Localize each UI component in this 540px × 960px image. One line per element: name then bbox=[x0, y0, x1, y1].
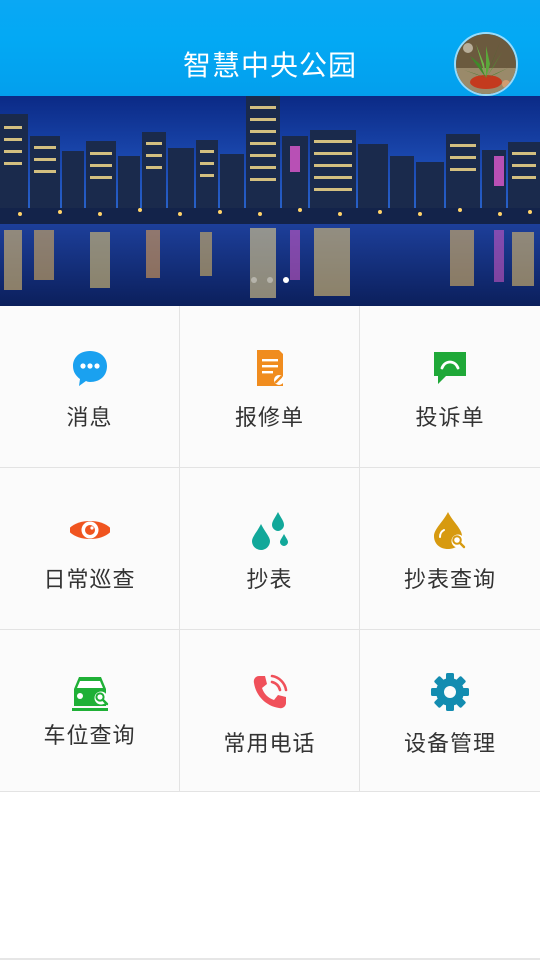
menu-item-messages[interactable]: 消息 bbox=[0, 306, 180, 468]
app-screen: 智慧中央公园 消息 报修单 投诉单 日常巡查 抄表 抄表查询 车位查询 常用电话… bbox=[0, 0, 540, 960]
carousel-indicator bbox=[0, 277, 540, 283]
plant-photo-avatar-icon bbox=[456, 34, 516, 94]
water-drops-icon bbox=[250, 510, 290, 550]
drop-search-icon bbox=[430, 510, 470, 550]
city-night-skyline-photo bbox=[0, 96, 540, 306]
menu-item-parking-query[interactable]: 车位查询 bbox=[0, 630, 180, 792]
menu-item-common-phone[interactable]: 常用电话 bbox=[180, 630, 360, 792]
menu-item-daily-inspection[interactable]: 日常巡查 bbox=[0, 468, 180, 630]
phone-icon bbox=[250, 672, 290, 712]
car-search-icon bbox=[70, 672, 110, 712]
menu-item-label: 日常巡查 bbox=[43, 568, 136, 593]
menu-item-label: 报修单 bbox=[234, 406, 304, 431]
eye-icon bbox=[69, 510, 110, 550]
menu-item-equipment-management[interactable]: 设备管理 bbox=[360, 630, 540, 792]
menu-item-label: 车位查询 bbox=[43, 724, 136, 749]
menu-item-label: 常用电话 bbox=[223, 732, 316, 757]
carousel-dot-3[interactable] bbox=[283, 277, 289, 283]
repair-doc-icon bbox=[250, 348, 290, 388]
top-bar: 智慧中央公园 bbox=[0, 0, 540, 96]
menu-item-meter-query[interactable]: 抄表查询 bbox=[360, 468, 540, 630]
avatar[interactable] bbox=[456, 34, 516, 94]
menu-item-complaint-order[interactable]: 投诉单 bbox=[360, 306, 540, 468]
feature-grid: 消息 报修单 投诉单 日常巡查 抄表 抄表查询 车位查询 常用电话 设备管理 bbox=[0, 306, 540, 792]
banner-carousel[interactable] bbox=[0, 96, 540, 306]
menu-item-label: 消息 bbox=[66, 406, 113, 431]
menu-item-meter-reading[interactable]: 抄表 bbox=[180, 468, 360, 630]
menu-item-label: 抄表 bbox=[246, 568, 293, 593]
carousel-dot-2[interactable] bbox=[267, 277, 273, 283]
menu-item-label: 抄表查询 bbox=[403, 568, 496, 593]
complaint-chat-icon bbox=[430, 348, 470, 388]
gear-icon bbox=[430, 672, 470, 712]
carousel-dot-1[interactable] bbox=[251, 277, 257, 283]
chat-bubble-icon bbox=[70, 348, 110, 388]
menu-item-label: 投诉单 bbox=[415, 406, 485, 431]
menu-item-repair-order[interactable]: 报修单 bbox=[180, 306, 360, 468]
menu-item-label: 设备管理 bbox=[403, 732, 496, 757]
